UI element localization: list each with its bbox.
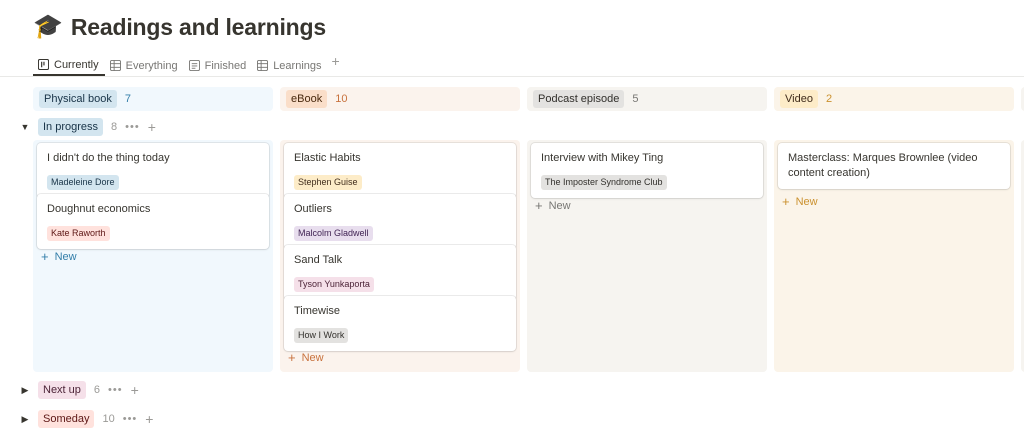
column-count: 2 xyxy=(825,93,833,105)
tab-label: Everything xyxy=(125,59,178,72)
group-header-in-progress[interactable]: ▼ In progress 8 ••• + xyxy=(20,117,156,137)
author-tag: Malcolm Gladwell xyxy=(294,226,373,241)
plus-icon: + xyxy=(288,350,296,365)
author-tag: How I Work xyxy=(294,328,349,343)
column-label: eBook xyxy=(286,90,328,108)
board-icon xyxy=(38,59,49,70)
tab-label: Finished xyxy=(204,59,247,72)
new-card-button[interactable]: + New xyxy=(535,199,571,212)
author-tag: Stephen Guise xyxy=(294,175,362,190)
new-label: New xyxy=(301,351,324,364)
more-icon[interactable]: ••• xyxy=(123,413,138,425)
card[interactable]: Timewise How I Work xyxy=(284,296,516,351)
column-label: Podcast episode xyxy=(533,90,625,108)
new-card-button[interactable]: + New xyxy=(782,195,818,208)
new-label: New xyxy=(548,199,571,212)
more-icon[interactable]: ••• xyxy=(108,384,123,396)
column-count: 10 xyxy=(335,93,348,105)
card[interactable]: Sand Talk Tyson Yunkaporta xyxy=(284,245,516,300)
column-count: 5 xyxy=(632,93,639,105)
card-title: Outliers xyxy=(294,203,332,215)
new-label: New xyxy=(54,250,77,263)
lane-podcast-episode: Interview with Mikey Ting The Imposter S… xyxy=(527,140,767,372)
card-title: Masterclass: Marques Brownlee (video con… xyxy=(788,152,978,179)
group-header-someday[interactable]: ▶ Someday 10 ••• + xyxy=(20,409,153,429)
card-title: Doughnut economics xyxy=(47,203,151,215)
group-label: In progress xyxy=(38,118,104,136)
caret-right-icon[interactable]: ▶ xyxy=(20,414,30,425)
card[interactable]: Outliers Malcolm Gladwell xyxy=(284,194,516,249)
divider xyxy=(0,76,1024,77)
group-count: 8 xyxy=(111,121,118,133)
caret-right-icon[interactable]: ▶ xyxy=(20,385,30,396)
column-label: Video xyxy=(780,90,818,108)
card-title: I didn't do the thing today xyxy=(47,152,170,164)
plus-icon: + xyxy=(41,249,49,264)
new-card-button[interactable]: + New xyxy=(288,351,324,364)
card[interactable]: Doughnut economics Kate Raworth xyxy=(37,194,269,249)
plus-icon: + xyxy=(535,198,543,213)
tab-currently[interactable]: Currently xyxy=(33,50,105,76)
page-header: 🎓 Readings and learnings xyxy=(33,10,326,44)
new-card-button[interactable]: + New xyxy=(41,250,77,263)
column-count: 7 xyxy=(124,93,131,105)
tab-finished[interactable]: Finished xyxy=(184,50,253,76)
tab-label: Learnings xyxy=(273,59,322,72)
author-tag: Kate Raworth xyxy=(47,226,110,241)
card[interactable]: Interview with Mikey Ting The Imposter S… xyxy=(531,143,763,198)
card-title: Sand Talk xyxy=(294,254,343,266)
card[interactable]: I didn't do the thing today Madeleine Do… xyxy=(37,143,269,198)
column-label: Physical book xyxy=(39,90,117,108)
card[interactable]: Masterclass: Marques Brownlee (video con… xyxy=(778,143,1010,189)
list-icon xyxy=(188,60,200,71)
card-title: Elastic Habits xyxy=(294,152,361,164)
tab-learnings[interactable]: Learnings xyxy=(252,50,327,76)
source-tag: The Imposter Syndrome Club xyxy=(541,175,667,190)
lane-video: Masterclass: Marques Brownlee (video con… xyxy=(774,140,1014,372)
plus-icon: + xyxy=(782,194,790,209)
column-header-podcast-episode[interactable]: Podcast episode 5 xyxy=(527,87,767,111)
table-icon xyxy=(109,60,121,71)
lane-ebook: Elastic Habits Stephen Guise Outliers Ma… xyxy=(280,140,520,372)
group-label: Someday xyxy=(38,410,95,428)
tab-label: Currently xyxy=(54,58,99,71)
author-tag: Madeleine Dore xyxy=(47,175,119,190)
add-icon[interactable]: + xyxy=(148,120,156,134)
column-header-physical-book[interactable]: Physical book 7 xyxy=(33,87,273,111)
lane-physical-book: I didn't do the thing today Madeleine Do… xyxy=(33,140,273,372)
group-label: Next up xyxy=(38,381,86,399)
add-icon[interactable]: + xyxy=(131,383,139,397)
group-header-next-up[interactable]: ▶ Next up 6 ••• + xyxy=(20,380,139,400)
column-header-ebook[interactable]: eBook 10 xyxy=(280,87,520,111)
author-tag: Tyson Yunkaporta xyxy=(294,277,374,292)
table-icon xyxy=(257,60,269,71)
column-header-video[interactable]: Video 2 xyxy=(774,87,1014,111)
card[interactable]: Elastic Habits Stephen Guise xyxy=(284,143,516,198)
view-tabs: Currently Everything Finished Learnings … xyxy=(33,50,1024,76)
graduation-cap-icon: 🎓 xyxy=(33,13,63,40)
new-label: New xyxy=(795,195,818,208)
card-title: Interview with Mikey Ting xyxy=(541,152,664,164)
page-title[interactable]: Readings and learnings xyxy=(71,14,326,41)
caret-down-icon[interactable]: ▼ xyxy=(20,122,30,132)
group-count: 10 xyxy=(102,413,115,425)
card-title: Timewise xyxy=(294,305,341,317)
add-view-button[interactable]: + xyxy=(328,50,344,72)
add-icon[interactable]: + xyxy=(145,412,153,426)
more-icon[interactable]: ••• xyxy=(125,121,140,133)
group-count: 6 xyxy=(93,384,101,396)
tab-everything[interactable]: Everything xyxy=(105,50,184,76)
